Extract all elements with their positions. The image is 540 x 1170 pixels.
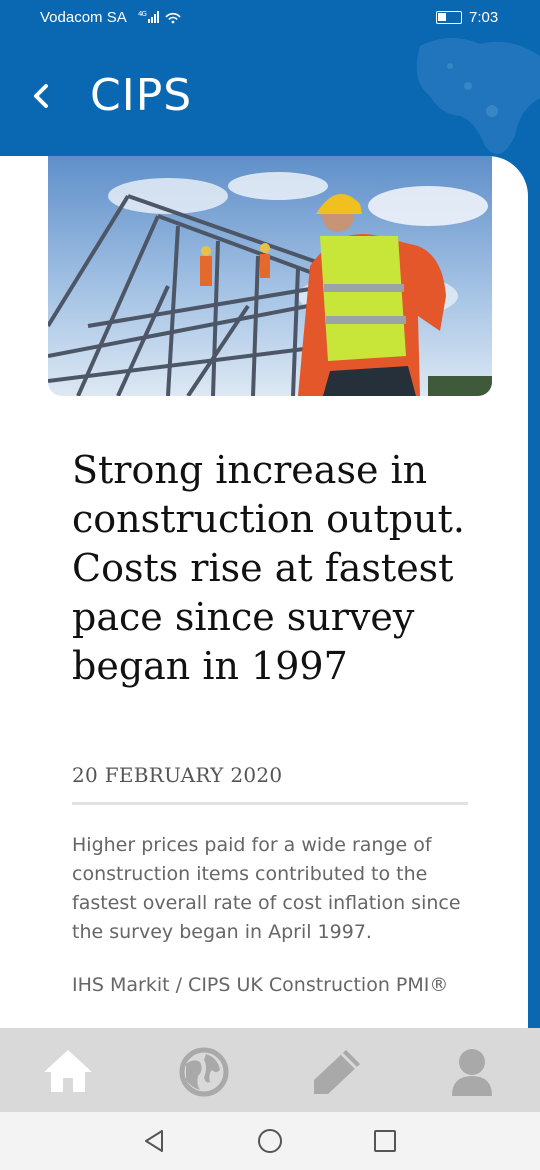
signal-icon: 4G xyxy=(138,9,184,28)
back-button[interactable] xyxy=(24,74,64,118)
nav-home-button[interactable] xyxy=(38,1044,98,1098)
home-icon xyxy=(44,1050,92,1092)
page-title: CIPS xyxy=(90,70,193,121)
article-card: Strong increase in construction output. … xyxy=(0,156,528,1028)
globe-icon xyxy=(179,1047,229,1097)
content-area: Strong increase in construction output. … xyxy=(0,156,540,1028)
article-summary: Higher prices paid for a wide range of c… xyxy=(72,834,461,943)
pencil-icon xyxy=(314,1050,360,1094)
chevron-left-icon xyxy=(34,84,48,108)
recents-square-icon xyxy=(374,1130,396,1152)
world-map-decoration-icon xyxy=(416,37,540,154)
article-source: IHS Markit / CIPS UK Construction PMI® xyxy=(72,974,449,996)
clock: 7:03 xyxy=(469,9,499,26)
system-home-button[interactable] xyxy=(255,1126,285,1156)
article-headline: Strong increase in construction output. … xyxy=(72,448,465,688)
system-recents-button[interactable] xyxy=(370,1126,400,1156)
back-triangle-icon xyxy=(145,1130,163,1152)
svg-text:4G: 4G xyxy=(138,10,146,18)
bottom-nav xyxy=(0,1028,540,1112)
carrier-name: Vodacom SA xyxy=(40,9,127,26)
divider xyxy=(72,802,468,805)
system-nav-bar xyxy=(0,1112,540,1170)
system-back-button[interactable] xyxy=(140,1126,170,1156)
article-hero-image xyxy=(48,156,492,396)
app-header: CIPS xyxy=(0,36,540,156)
nav-profile-button[interactable] xyxy=(442,1044,502,1098)
nav-edit-button[interactable] xyxy=(306,1044,366,1098)
status-bar: Vodacom SA 4G 7:03 xyxy=(0,0,540,36)
user-icon xyxy=(452,1049,492,1096)
article-date: 20 FEBRUARY 2020 xyxy=(72,763,283,787)
battery-icon xyxy=(436,11,462,24)
nav-globe-button[interactable] xyxy=(174,1044,234,1098)
home-circle-icon xyxy=(258,1129,282,1153)
